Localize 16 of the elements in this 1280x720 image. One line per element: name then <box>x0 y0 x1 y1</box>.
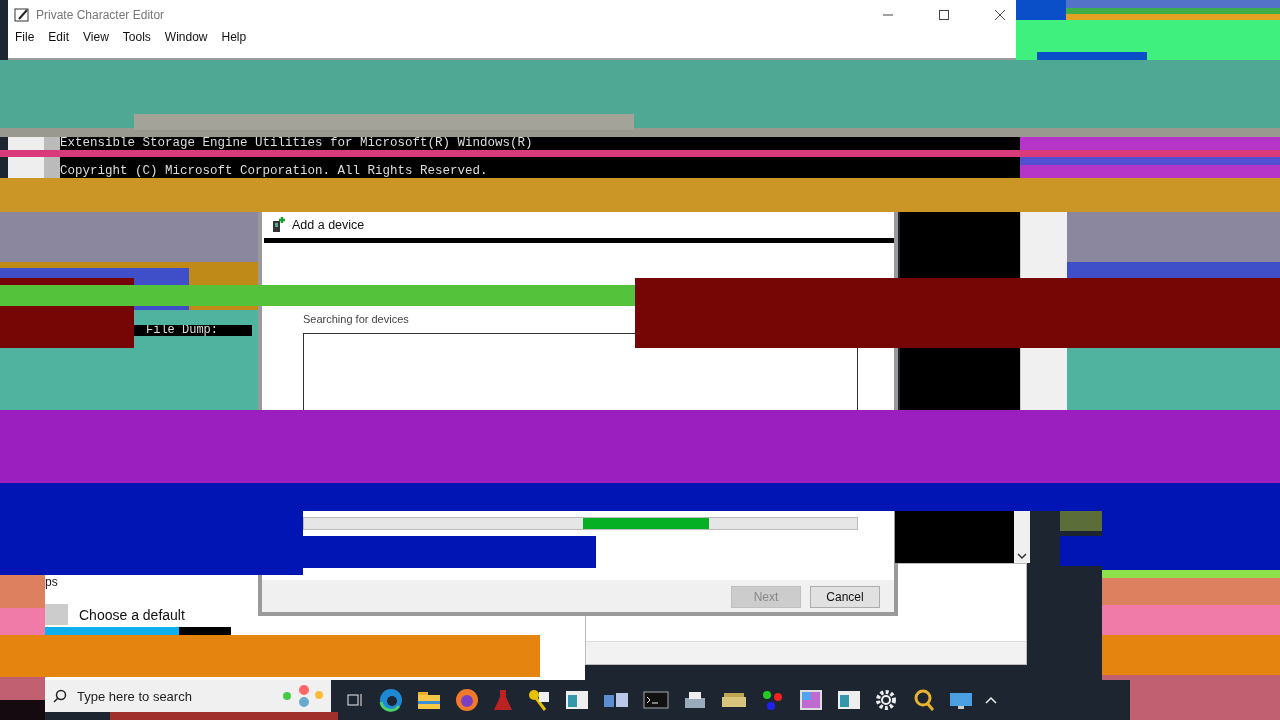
status-text: Searching for devices <box>303 313 410 325</box>
menu-item[interactable]: Edit <box>48 30 70 44</box>
menu-item[interactable]: Tools <box>122 30 151 44</box>
search-box[interactable]: Type here to search <box>45 680 331 712</box>
menu-item[interactable]: File <box>15 30 35 44</box>
console-line: Extensible Storage Engine Utilities for Microsoft(R) Windows(R) <box>60 137 533 150</box>
menu-item[interactable]: View <box>83 30 109 44</box>
dialog-button[interactable]: Cancel <box>810 586 880 608</box>
window-title: Private Character Editor <box>36 8 165 22</box>
console-line: Copyright (C) Microsoft Corporation. All Rights Reserved. <box>60 165 488 178</box>
heading-text: ps <box>45 575 58 589</box>
menu-item[interactable]: Window <box>164 30 208 44</box>
menu-item[interactable]: Help <box>221 30 247 44</box>
option-link[interactable]: Choose a default <box>79 606 185 623</box>
dialog-title: Add a device <box>292 218 365 232</box>
search-field[interactable]: Type here to search <box>75 687 275 705</box>
